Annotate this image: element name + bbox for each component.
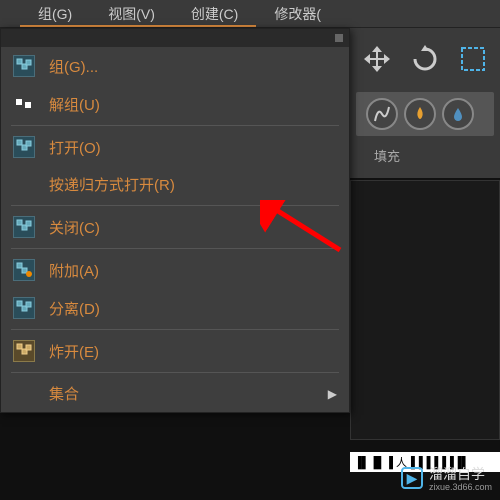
submenu-arrow-icon: ▶ [328, 387, 337, 401]
menu-item-label: 炸开(E) [49, 341, 99, 362]
separator [11, 372, 339, 373]
attach-icon [13, 259, 35, 281]
menu-item-label: 组(G)... [49, 56, 98, 77]
menu-item-ungroup[interactable]: 解组(U) [1, 85, 349, 123]
move-icon[interactable] [360, 42, 394, 76]
menu-view[interactable]: 视图(V) [90, 0, 173, 27]
menu-item-label: 分离(D) [49, 298, 100, 319]
separator [11, 125, 339, 126]
menubar: 组(G) 视图(V) 创建(C) 修改器( [0, 0, 500, 28]
play-icon: ▶ [401, 467, 423, 489]
ungroup-icon [13, 93, 35, 115]
toolbar-panel: 填充 [350, 28, 500, 178]
menu-item-close[interactable]: 关闭(C) [1, 208, 349, 246]
separator [11, 248, 339, 249]
menu-item-collection[interactable]: 集合 ▶ [1, 375, 349, 412]
menu-handle[interactable] [335, 34, 343, 42]
group-icon [13, 55, 35, 77]
menu-item-label: 关闭(C) [49, 217, 100, 238]
menu-item-label: 附加(A) [49, 260, 99, 281]
menu-item-label: 集合 [49, 383, 79, 404]
viewport[interactable] [350, 180, 500, 440]
toolbar-row2 [356, 92, 494, 136]
menu-modifier[interactable]: 修改器( [256, 0, 339, 27]
menu-item-attach[interactable]: 附加(A) [1, 251, 349, 289]
menu-item-open-recursive[interactable]: 按递归方式打开(R) [1, 166, 349, 203]
close-icon [13, 216, 35, 238]
menu-item-label: 打开(O) [49, 137, 101, 158]
menu-item-open[interactable]: 打开(O) [1, 128, 349, 166]
menu-create[interactable]: 创建(C) [173, 0, 256, 27]
menu-item-explode[interactable]: 炸开(E) [1, 332, 349, 370]
open-icon [13, 136, 35, 158]
menu-item-label: 解组(U) [49, 94, 100, 115]
rotate-icon[interactable] [408, 42, 442, 76]
curve-icon[interactable] [366, 98, 398, 130]
droplet-icon[interactable] [442, 98, 474, 130]
dropdown-menu: 组(G)... 解组(U) 打开(O) 按递归方式打开(R) 关闭(C) 附加(… [0, 28, 350, 413]
select-rect-icon[interactable] [456, 42, 490, 76]
menu-item-group[interactable]: 组(G)... [1, 47, 349, 85]
explode-icon [13, 340, 35, 362]
separator [11, 205, 339, 206]
watermark-url: zixue.3d66.com [429, 482, 492, 492]
watermark: ▶ 溜溜自学 zixue.3d66.com [401, 464, 492, 492]
toolbar-row1 [350, 28, 500, 90]
flame-icon[interactable] [404, 98, 436, 130]
menu-item-label: 按递归方式打开(R) [49, 174, 175, 195]
menu-titlebar [1, 29, 349, 47]
menu-item-detach[interactable]: 分离(D) [1, 289, 349, 327]
separator [11, 329, 339, 330]
detach-icon [13, 297, 35, 319]
menu-group[interactable]: 组(G) [20, 0, 90, 27]
watermark-brand: 溜溜自学 [429, 464, 492, 484]
fill-label: 填充 [350, 138, 500, 173]
